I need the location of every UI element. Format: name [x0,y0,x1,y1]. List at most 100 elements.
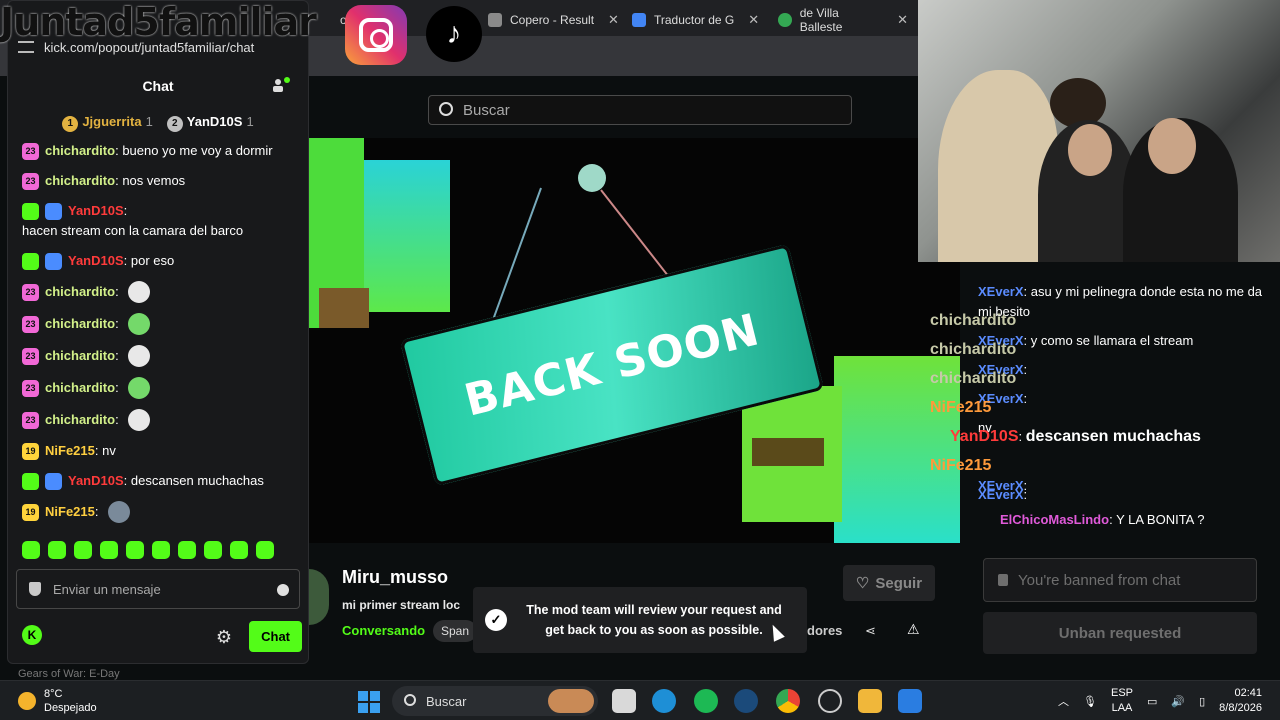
microphone-icon[interactable]: 🎙 [1083,695,1097,708]
chat-username[interactable]: chichardito [45,378,115,398]
input-placeholder: Enviar un mensaje [53,581,161,597]
follow-button[interactable]: ♡ Seguir [843,565,935,601]
overlay-chat-user: ElChicoMasLindo [1000,512,1110,527]
chat-popout-window: kick.com/popout/juntad5familiar/chat Cha… [7,0,309,664]
start-button[interactable] [358,691,380,713]
tab-copero[interactable]: Copero - Result ✕ [478,6,629,34]
leader-name: YanD10S [186,114,243,129]
avatar[interactable] [309,569,329,625]
store-icon[interactable] [898,689,922,713]
language-indicator[interactable]: ESP LAA [1111,686,1133,716]
edge-icon[interactable] [652,689,676,713]
emoji-icon[interactable] [277,584,289,596]
chat-username[interactable]: chichardito [45,141,115,161]
separator: : [1023,487,1028,502]
recommended-channel[interactable]: Gears of War: E-Day [18,668,120,680]
emote-icon[interactable] [152,541,170,559]
close-icon[interactable]: ✕ [608,12,619,28]
tab-maps[interactable]: de Villa Balleste ✕ [768,6,918,34]
chat-message: 23 chichardito: [22,281,294,303]
tab-traductor[interactable]: Traductor de G ✕ [622,6,769,34]
separator: : [115,412,123,427]
separator: : [115,143,123,158]
tiktok-icon: ♪ [426,6,482,62]
lang-code: ESP [1110,687,1133,699]
category-link[interactable]: Conversando [342,623,425,638]
chrome-icon[interactable] [776,689,800,713]
overlay-username: NiFe215 [930,457,992,474]
toast-text: The mod team will review your request an… [526,603,782,637]
weather-widget[interactable]: 8°C Despejado [18,687,97,715]
time: 02:41 [1234,687,1262,699]
chat-message: 23 chichardito: bueno yo me voy a dormir [22,141,294,161]
chat-username[interactable]: YanD10S [68,471,124,491]
chat-username[interactable]: NiFe215 [45,441,95,461]
emote-icon[interactable] [178,541,196,559]
gear-icon[interactable]: ⚙ [216,627,232,648]
emote-icon[interactable] [204,541,222,559]
overlay-username: chichardito [930,370,1017,387]
clock[interactable]: 02:41 8/8/2026 [1219,686,1262,716]
taskbar-search[interactable]: Buscar [392,686,598,716]
search-highlight-icon [548,689,594,713]
check-icon: ✓ [485,609,507,631]
network-icon[interactable]: ▭ [1147,695,1157,708]
leader-item[interactable]: 2 YanD10S 1 [166,114,254,132]
chat-username[interactable]: chichardito [45,171,115,191]
chat-username[interactable]: NiFe215 [45,502,95,522]
tab-label: Copero - Result [510,13,595,27]
decor-block [319,288,369,328]
language-tag[interactable]: Span [433,620,478,642]
windows-taskbar: 8°C Despejado Buscar ︿ 🎙 ESP LAA ▭ 🔊 ▯ 02:… [0,680,1280,720]
close-icon[interactable]: ✕ [897,12,908,28]
emote-icon[interactable] [74,541,92,559]
chat-username[interactable]: YanD10S [68,251,124,271]
share-icon[interactable]: ⋖ [865,623,876,639]
send-chat-button[interactable]: Chat [249,621,302,652]
user-badge-icon: 23 [22,411,39,429]
kick-logo-icon[interactable]: K [22,625,42,645]
weather-text: Despejado [44,702,97,714]
emote-icon[interactable] [256,541,274,559]
search-input[interactable]: Buscar [428,95,852,125]
chat-message-text: bueno yo me voy a dormir [122,143,273,158]
volume-icon[interactable]: 🔊 [1171,695,1185,708]
emote-icon[interactable] [48,541,66,559]
streamer-name[interactable]: Miru_musso [342,567,448,588]
leader-item[interactable]: 1 Jjguerrita 1 [62,114,153,132]
chat-username[interactable]: chichardito [45,314,115,334]
file-explorer-icon[interactable] [858,689,882,713]
chat-username[interactable]: YanD10S [68,201,124,221]
emote-icon[interactable] [22,541,40,559]
separator: : [123,203,131,218]
emote-icon[interactable] [100,541,118,559]
battery-icon[interactable]: ▯ [1199,695,1205,708]
chevron-up-icon[interactable]: ︿ [1058,693,1069,709]
users-icon[interactable] [272,77,290,93]
app-icon[interactable] [818,689,842,713]
chat-message: 23 chichardito: [22,313,294,335]
emote-icon[interactable] [230,541,248,559]
separator: : [115,380,123,395]
spotify-icon[interactable] [694,689,718,713]
chat-username[interactable]: chichardito [45,410,115,430]
unban-requested-button[interactable]: Unban requested [983,612,1257,654]
steam-icon[interactable] [734,689,758,713]
user-badge-icon: 23 [22,315,39,333]
chat-username[interactable]: chichardito [45,282,115,302]
warning-icon[interactable]: ⚠ [907,621,920,638]
channel-logo-text: Juntad5familiar [0,0,317,44]
close-icon[interactable]: ✕ [748,12,759,28]
rank-badge: 1 [62,116,79,132]
task-view-icon[interactable] [612,689,636,713]
overlay-chat-user: YanD10S [950,428,1019,445]
taskbar-search-label: Buscar [426,693,467,709]
temperature: 8°C [44,688,63,700]
overlay-chat-line: ElChicoMasLindo: Y LA BONITA ? [930,510,1265,530]
lang-layout: LAA [1111,702,1133,714]
chat-footer: K ⚙ Chat [22,621,302,652]
emote-icon[interactable] [126,541,144,559]
chat-username[interactable]: chichardito [45,346,115,366]
chat-message-input[interactable]: Enviar un mensaje [16,569,300,609]
separator: : [94,443,103,458]
